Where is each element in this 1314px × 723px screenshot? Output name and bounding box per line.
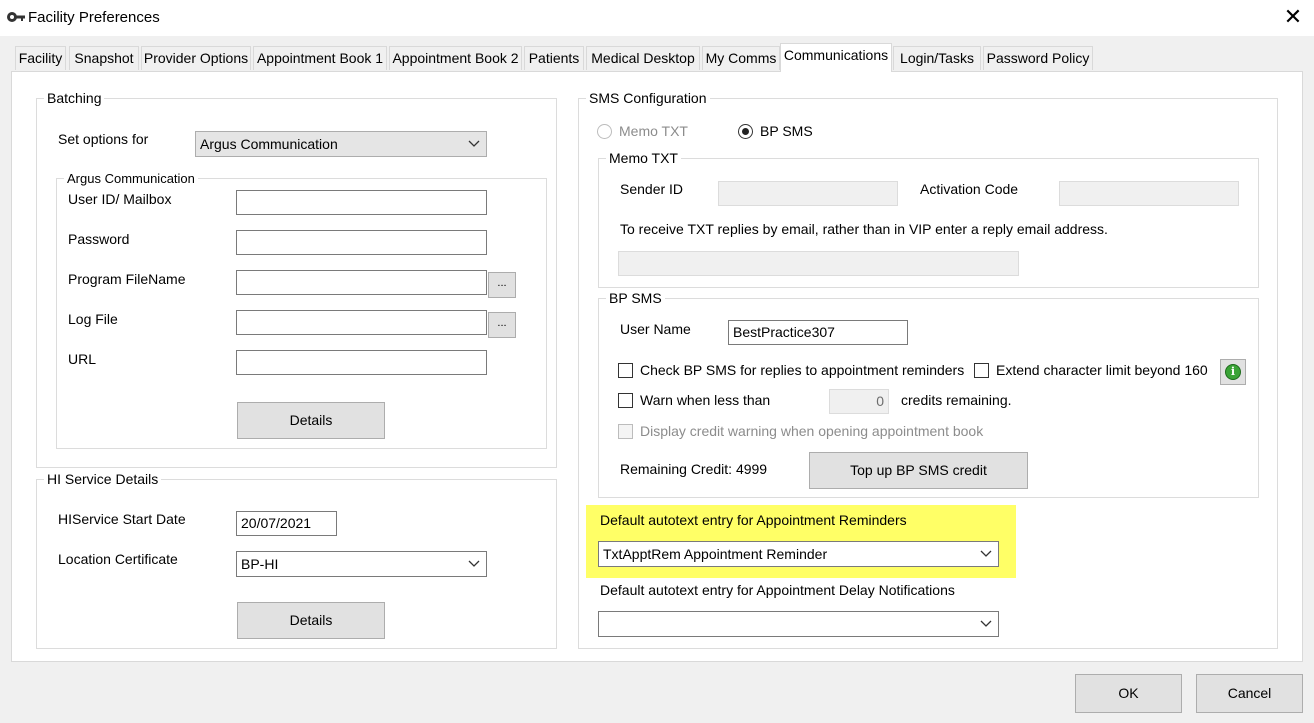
set-options-label: Set options for: [58, 131, 149, 147]
memo-txt-title: Memo TXT: [606, 150, 681, 166]
delay-autotext-label: Default autotext entry for Appointment D…: [600, 582, 955, 598]
top-up-button[interactable]: Top up BP SMS credit: [809, 452, 1028, 489]
bp-sms-radio-label: BP SMS: [760, 123, 813, 139]
reply-email-note: To receive TXT replies by email, rather …: [620, 221, 1108, 237]
reply-email-input[interactable]: [618, 251, 1019, 276]
password-label: Password: [68, 231, 130, 247]
set-options-select[interactable]: Argus Communication: [195, 131, 487, 157]
hi-start-date-label: HIService Start Date: [58, 511, 186, 527]
password-input[interactable]: [236, 230, 487, 255]
display-warning-checkbox[interactable]: [618, 424, 633, 439]
location-certificate-select[interactable]: BP-HI: [236, 551, 487, 577]
location-certificate-label: Location Certificate: [58, 551, 178, 567]
warn-checkbox[interactable]: [618, 393, 633, 408]
tab-snapshot[interactable]: Snapshot: [69, 46, 139, 70]
username-label: User Name: [620, 321, 691, 337]
hi-details-button[interactable]: Details: [237, 602, 385, 639]
username-input[interactable]: BestPractice307: [728, 320, 908, 345]
warn-label: Warn when less than: [640, 392, 771, 408]
batching-title: Batching: [44, 90, 105, 106]
info-icon: i: [1225, 364, 1241, 380]
sender-id-label: Sender ID: [620, 181, 684, 197]
activation-code-label: Activation Code: [920, 181, 1019, 197]
program-filename-input[interactable]: [236, 270, 487, 295]
log-file-browse-button[interactable]: ...: [488, 312, 516, 338]
location-certificate-value: BP-HI: [241, 556, 279, 572]
tab-medical-desktop[interactable]: Medical Desktop: [586, 46, 700, 70]
key-icon: [7, 12, 25, 22]
info-button[interactable]: i: [1220, 359, 1246, 385]
argus-title: Argus Communication: [64, 171, 198, 186]
log-file-input[interactable]: [236, 310, 487, 335]
reminder-autotext-select[interactable]: TxtApptRem Appointment Reminder: [598, 541, 999, 567]
tab-appointment-book-1[interactable]: Appointment Book 1: [253, 46, 387, 70]
tab-facility[interactable]: Facility: [15, 46, 66, 70]
ok-button[interactable]: OK: [1075, 674, 1182, 713]
log-file-label: Log File: [68, 311, 118, 327]
chevron-down-icon: [980, 550, 992, 557]
sms-config-title: SMS Configuration: [586, 90, 710, 106]
hi-start-date-input[interactable]: 20/07/2021: [236, 511, 337, 536]
check-replies-checkbox[interactable]: [618, 363, 633, 378]
check-replies-label: Check BP SMS for replies to appointment …: [640, 362, 965, 378]
tab-appointment-book-2[interactable]: Appointment Book 2: [389, 46, 522, 70]
program-browse-button[interactable]: ...: [488, 272, 516, 298]
tab-login-tasks[interactable]: Login/Tasks: [893, 46, 981, 70]
tab-password-policy[interactable]: Password Policy: [983, 46, 1093, 70]
bp-sms-title: BP SMS: [606, 290, 665, 306]
bp-sms-radio[interactable]: [738, 124, 753, 139]
hi-service-title: HI Service Details: [44, 471, 162, 487]
reminder-autotext-value: TxtApptRem Appointment Reminder: [603, 546, 828, 562]
extend-limit-checkbox[interactable]: [974, 363, 989, 378]
url-input[interactable]: [236, 350, 487, 375]
warn-threshold-input[interactable]: 0: [829, 389, 889, 414]
extend-limit-label: Extend character limit beyond 160: [996, 362, 1208, 378]
chevron-down-icon: [468, 560, 480, 567]
cancel-button[interactable]: Cancel: [1196, 674, 1303, 713]
display-warning-label: Display credit warning when opening appo…: [640, 423, 984, 439]
set-options-value: Argus Communication: [200, 136, 338, 152]
close-icon[interactable]: ✕: [1278, 2, 1308, 32]
tab-provider-options[interactable]: Provider Options: [141, 46, 251, 70]
credits-remaining-label: credits remaining.: [901, 392, 1012, 408]
url-label: URL: [68, 351, 97, 367]
title-bar: [0, 0, 1314, 36]
chevron-down-icon: [468, 140, 480, 147]
activation-code-input[interactable]: [1059, 181, 1239, 206]
window-title: Facility Preferences: [28, 9, 160, 26]
reminder-autotext-label: Default autotext entry for Appointment R…: [600, 512, 907, 528]
memo-txt-radio-label: Memo TXT: [619, 123, 688, 139]
tab-my-comms[interactable]: My Comms: [702, 46, 780, 70]
user-id-input[interactable]: [236, 190, 487, 215]
argus-details-button[interactable]: Details: [237, 402, 385, 439]
tab-communications[interactable]: Communications: [780, 43, 892, 72]
user-id-label: User ID/ Mailbox: [68, 191, 172, 207]
memo-txt-radio[interactable]: [597, 124, 612, 139]
tab-patients[interactable]: Patients: [524, 46, 584, 70]
chevron-down-icon: [980, 620, 992, 627]
delay-autotext-select[interactable]: [598, 611, 999, 637]
sender-id-input[interactable]: [718, 181, 898, 206]
program-filename-label: Program FileName: [68, 271, 186, 287]
remaining-credit-label: Remaining Credit: 4999: [620, 461, 768, 477]
